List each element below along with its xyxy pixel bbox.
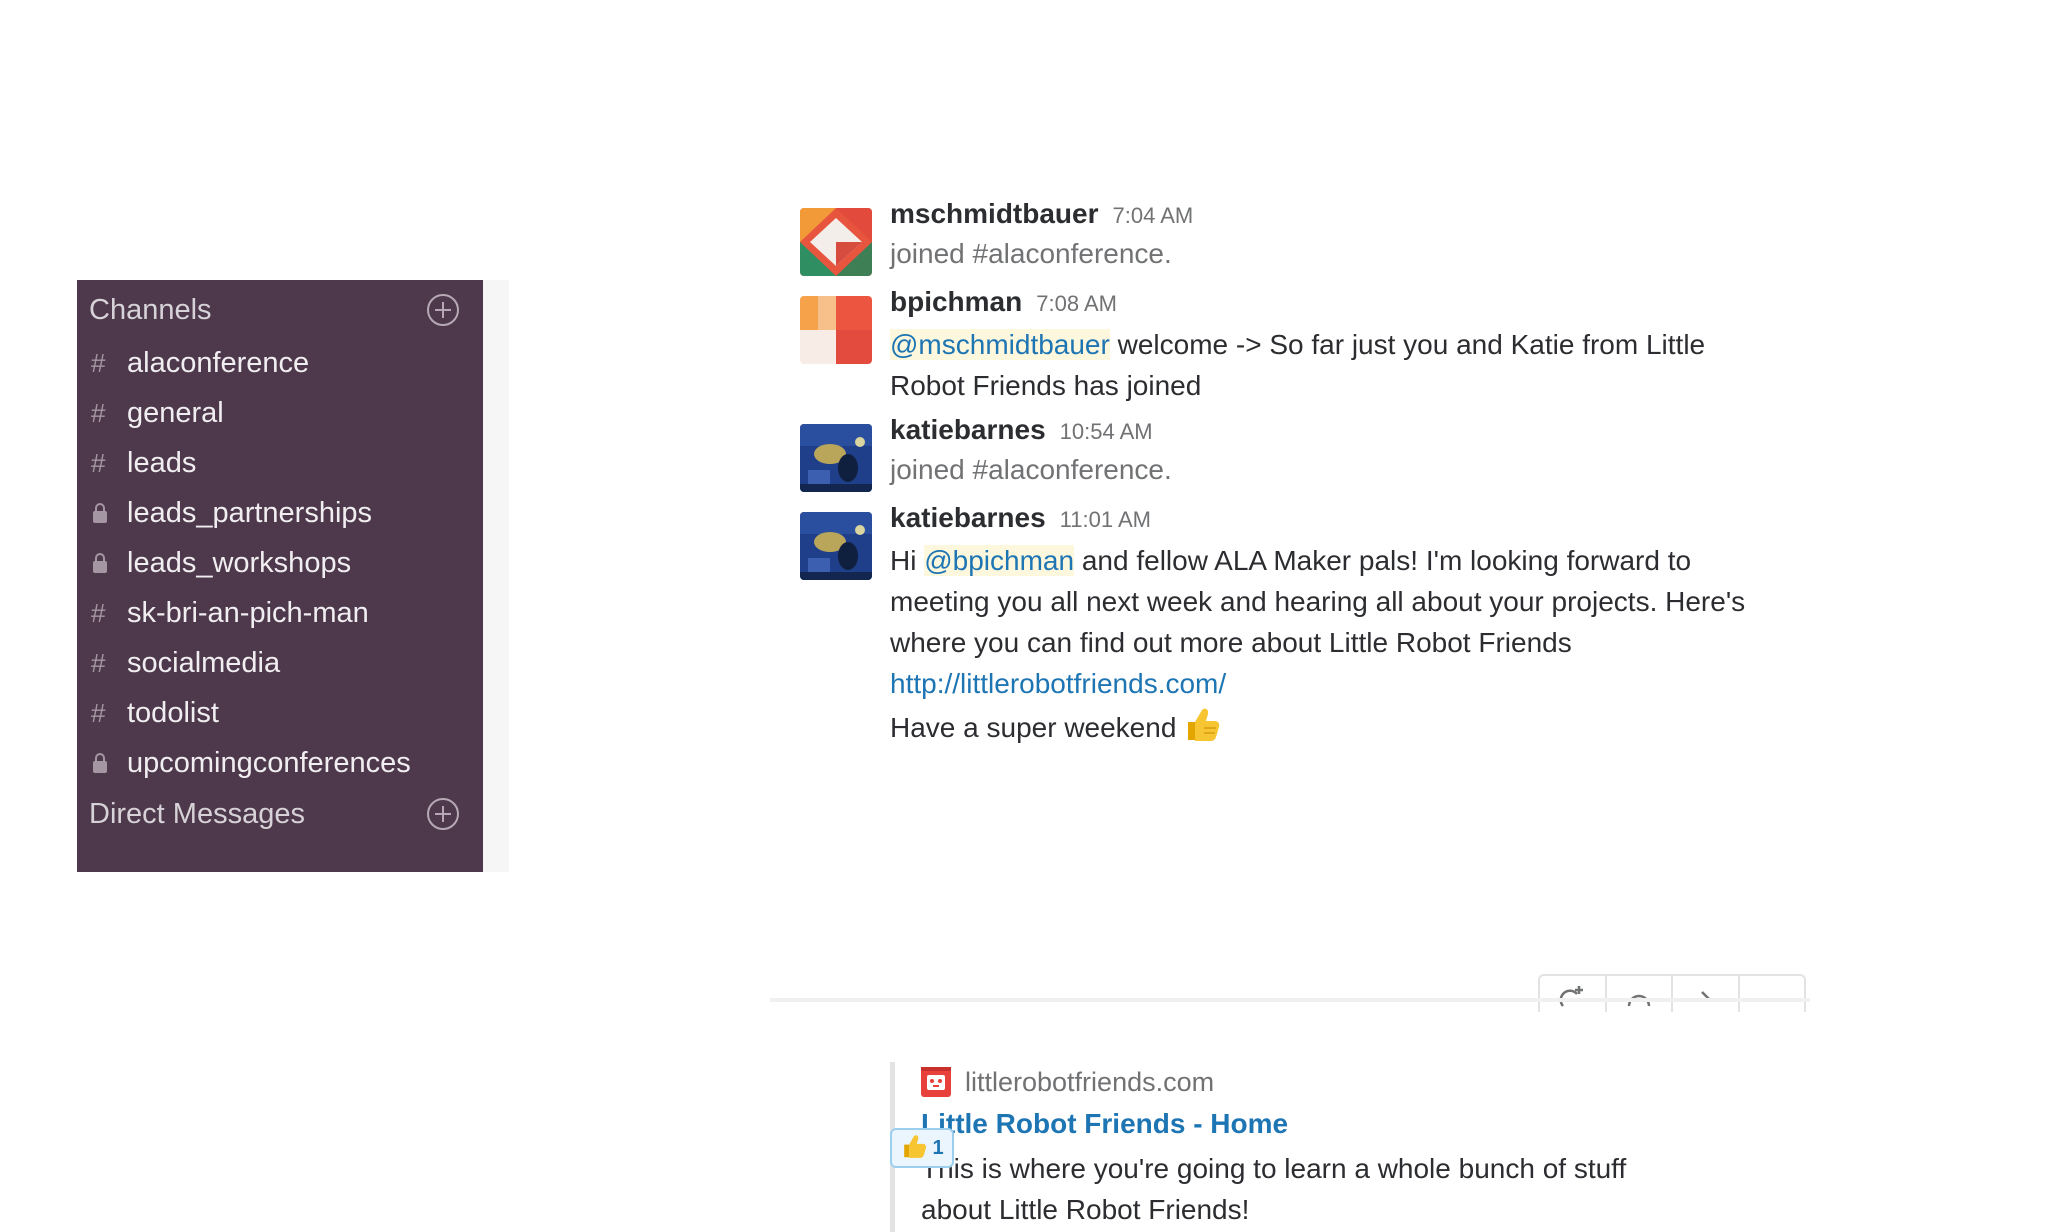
username[interactable]: bpichman [890,286,1022,318]
user-mention[interactable]: @bpichman [924,545,1075,576]
sidebar-item-socialmedia[interactable]: # socialmedia [77,638,483,688]
lock-icon [91,753,119,773]
message-list: mschmidtbauer 7:04 AM joined #alaconfere… [770,190,1810,1232]
direct-messages-header-label: Direct Messages [89,797,305,830]
add-channel-icon[interactable] [427,294,459,326]
message-text: joined #alaconference. [890,454,1172,485]
sidebar-item-leads-workshops[interactable]: leads_workshops [77,538,483,588]
timestamp[interactable]: 7:08 AM [1036,291,1117,317]
reaction-count: 1 [932,1136,944,1159]
message-closing-line: Have a super weekend [890,704,1770,755]
direct-messages-header[interactable]: Direct Messages [89,792,471,836]
channel-name: upcomingconferences [127,746,411,779]
message-body: katiebarnes 10:54 AM joined #alaconferen… [890,414,1770,488]
message-body: bpichman 7:08 AM @mschmidtbauer welcome … [890,286,1770,406]
lock-icon [91,503,119,523]
thumbs-up-icon [1182,704,1222,755]
channel-name: leads [127,446,197,479]
share-icon [1701,991,1712,1001]
channel-name: alaconference [127,346,310,379]
hash-icon: # [91,347,106,378]
message-text: Hi @bpichman and fellow ALA Maker pals! … [890,540,1770,663]
avatar[interactable] [800,512,872,580]
unfurl-description: This is where you're going to learn a wh… [921,1153,1627,1225]
message-text-pre: Hi [890,545,925,576]
link-unfurl: littlerobotfriends.com Little Robot Frie… [890,1062,1710,1232]
channel-name: leads_partnerships [127,496,373,529]
message-link-line: http://littlerobotfriends.com/ [890,663,1770,704]
share-button[interactable] [1673,976,1740,1012]
comment-button[interactable] [1607,976,1673,1012]
more-actions-button[interactable] [1740,976,1805,1012]
add-reaction-icon [1559,986,1584,1007]
hash-icon: # [91,597,106,628]
avatar[interactable] [800,424,872,492]
divider [770,998,1810,1002]
sidebar: Channels # alaconference # general # lea… [77,280,483,872]
unfurl-service: littlerobotfriends.com [921,1062,1710,1102]
timestamp[interactable]: 11:01 AM [1060,507,1151,533]
username[interactable]: katiebarnes [890,502,1046,534]
sidebar-item-upcomingconferences[interactable]: upcomingconferences [77,738,483,788]
comment-icon [1627,994,1650,1007]
hash-icon: # [91,697,106,728]
sidebar-item-general[interactable]: # general [77,388,483,438]
lock-icon [91,553,119,573]
sidebar-item-leads-partnerships[interactable]: leads_partnerships [77,488,483,538]
sidebar-item-todolist[interactable]: # todolist [77,688,483,738]
channels-header-label: Channels [89,293,212,326]
message-actions [1538,974,1806,1012]
message-text: joined #alaconference. [890,238,1172,269]
thumbs-up-icon [900,1132,928,1165]
user-mention[interactable]: @mschmidtbauer [890,329,1110,360]
hash-icon: # [91,397,106,428]
channel-name: todolist [127,696,219,729]
unfurl-service-name: littlerobotfriends.com [965,1066,1215,1097]
message-text: @mschmidtbauer welcome -> So far just yo… [890,324,1770,406]
hash-icon: # [91,447,106,478]
hash-icon: # [91,647,106,678]
add-direct-message-icon[interactable] [427,798,459,830]
message-body: mschmidtbauer 7:04 AM joined #alaconfere… [890,198,1770,272]
sidebar-item-alaconference[interactable]: # alaconference [77,338,483,388]
add-reaction-button[interactable] [1540,976,1607,1012]
channel-name: socialmedia [127,646,281,679]
username[interactable]: katiebarnes [890,414,1046,446]
timestamp[interactable]: 7:04 AM [1113,203,1194,229]
channel-list: # alaconference # general # leads leads_… [77,338,483,788]
message-body: katiebarnes 11:01 AM Hi @bpichman and fe… [890,502,1770,755]
channels-header[interactable]: Channels [89,288,471,332]
message-link[interactable]: http://littlerobotfriends.com/ [890,668,1226,699]
avatar[interactable] [800,296,872,364]
username[interactable]: mschmidtbauer [890,198,1099,230]
channel-name: sk-bri-an-pich-man [127,596,369,629]
unfurl-title[interactable]: Little Robot Friends - Home [921,1108,1710,1148]
channel-name: leads_workshops [127,546,352,579]
sidebar-item-sk-bri-an-pich-man[interactable]: # sk-bri-an-pich-man [77,588,483,638]
message-closing: Have a super weekend [890,711,1177,743]
reaction-button[interactable]: 1 [890,1128,954,1168]
sidebar-scroll-edge [483,280,509,872]
channel-name: general [127,396,224,429]
timestamp[interactable]: 10:54 AM [1060,419,1153,445]
sidebar-item-leads[interactable]: # leads [77,438,483,488]
robot-icon [921,1067,951,1097]
avatar[interactable] [800,208,872,276]
more-icon [1759,984,1785,1010]
